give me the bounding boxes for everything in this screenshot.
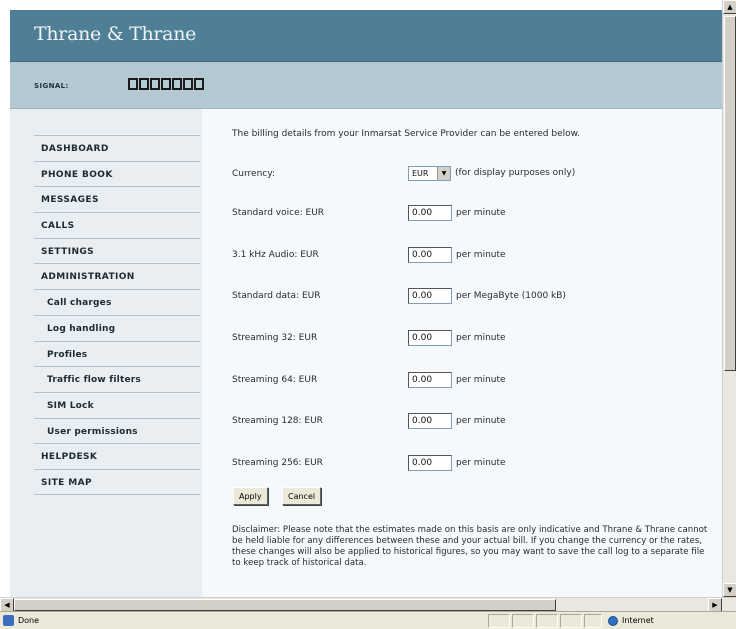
scroll-down-icon[interactable]: ▼ xyxy=(723,583,736,597)
signal-bar: SIGNAL: xyxy=(10,62,722,109)
browser-viewport: Thrane & Thrane SIGNAL: DASHBOARD PHONE … xyxy=(0,0,722,597)
rate-unit: per MegaByte (1000 kB) xyxy=(456,291,566,301)
status-pane xyxy=(512,614,534,628)
signal-segment xyxy=(172,78,182,90)
nav-calls[interactable]: CALLS xyxy=(34,212,200,238)
signal-label: SIGNAL: xyxy=(34,82,69,90)
nav-user-permissions[interactable]: User permissions xyxy=(34,417,200,444)
page-done-icon xyxy=(3,615,14,626)
nav-messages[interactable]: MESSAGES xyxy=(34,186,200,212)
nav-traffic-flow-filters[interactable]: Traffic flow filters xyxy=(34,366,200,392)
streaming-128-rate-input[interactable] xyxy=(408,413,452,429)
rate-label: 3.1 kHz Audio: EUR xyxy=(232,250,319,260)
status-bar: Done Internet xyxy=(0,611,736,629)
cancel-button[interactable]: Cancel xyxy=(282,487,322,505)
nav-settings[interactable]: SETTINGS xyxy=(34,237,200,264)
signal-segment xyxy=(161,78,171,90)
signal-strength-meter xyxy=(128,78,204,90)
nav-helpdesk[interactable]: HELPDESK xyxy=(34,443,200,469)
nav-site-map[interactable]: SITE MAP xyxy=(34,468,200,495)
rate-unit: per minute xyxy=(456,333,506,343)
dropdown-arrow-icon[interactable]: ▼ xyxy=(437,167,450,180)
currency-select[interactable]: EUR ▼ xyxy=(408,166,451,181)
nav-log-handling[interactable]: Log handling xyxy=(34,314,200,341)
signal-segment xyxy=(139,78,149,90)
nav-sim-lock[interactable]: SIM Lock xyxy=(34,391,200,418)
audio-3-1khz-rate-input[interactable] xyxy=(408,247,452,263)
rate-unit: per minute xyxy=(456,458,506,468)
standard-data-rate-input[interactable] xyxy=(408,288,452,304)
status-pane xyxy=(536,614,558,628)
scroll-left-icon[interactable]: ◀ xyxy=(0,598,14,612)
scroll-up-icon[interactable]: ▲ xyxy=(723,0,736,14)
nav-phone-book[interactable]: PHONE BOOK xyxy=(34,160,200,187)
apply-button[interactable]: Apply xyxy=(233,487,268,505)
page-header: Thrane & Thrane xyxy=(10,10,722,62)
currency-label: Currency: xyxy=(232,169,275,179)
rate-label: Streaming 256: EUR xyxy=(232,458,323,468)
vertical-scrollbar[interactable]: ▲ ▼ xyxy=(722,0,736,597)
rate-unit: per minute xyxy=(456,375,506,385)
rate-unit: per minute xyxy=(456,208,506,218)
rate-label: Standard data: EUR xyxy=(232,291,321,301)
currency-value: EUR xyxy=(412,169,429,178)
signal-segment xyxy=(150,78,160,90)
signal-segment xyxy=(194,78,204,90)
streaming-32-rate-input[interactable] xyxy=(408,330,452,346)
nav-dashboard[interactable]: DASHBOARD xyxy=(34,135,200,161)
currency-note: (for display purposes only) xyxy=(455,168,576,178)
rate-unit: per minute xyxy=(456,250,506,260)
status-pane xyxy=(560,614,582,628)
streaming-64-rate-input[interactable] xyxy=(408,372,452,388)
rate-label: Standard voice: EUR xyxy=(232,208,325,218)
content-panel xyxy=(202,109,722,597)
signal-segment xyxy=(128,78,138,90)
disclaimer-text: Disclaimer: Please note that the estimat… xyxy=(232,525,708,568)
scroll-right-icon[interactable]: ▶ xyxy=(708,598,722,612)
brand-logo: Thrane & Thrane xyxy=(34,23,197,45)
signal-segment xyxy=(183,78,193,90)
rate-unit: per minute xyxy=(456,416,506,426)
nav-call-charges[interactable]: Call charges xyxy=(34,289,200,315)
horizontal-scroll-thumb[interactable] xyxy=(14,599,556,611)
sidebar-nav: DASHBOARD PHONE BOOK MESSAGES CALLS SETT… xyxy=(34,135,200,495)
horizontal-scrollbar[interactable]: ◀ ▶ xyxy=(0,597,736,612)
nav-profiles[interactable]: Profiles xyxy=(34,340,200,367)
internet-globe-icon xyxy=(608,616,618,626)
status-pane xyxy=(488,614,510,628)
streaming-256-rate-input[interactable] xyxy=(408,455,452,471)
rate-label: Streaming 32: EUR xyxy=(232,333,318,343)
security-zone-label: Internet xyxy=(622,616,654,625)
status-text: Done xyxy=(18,616,40,625)
status-pane xyxy=(584,614,602,628)
rate-label: Streaming 64: EUR xyxy=(232,375,318,385)
intro-text: The billing details from your Inmarsat S… xyxy=(232,129,581,139)
nav-administration[interactable]: ADMINISTRATION xyxy=(34,263,200,289)
standard-voice-rate-input[interactable] xyxy=(408,205,452,221)
vertical-scroll-thumb[interactable] xyxy=(724,16,736,371)
rate-label: Streaming 128: EUR xyxy=(232,416,323,426)
